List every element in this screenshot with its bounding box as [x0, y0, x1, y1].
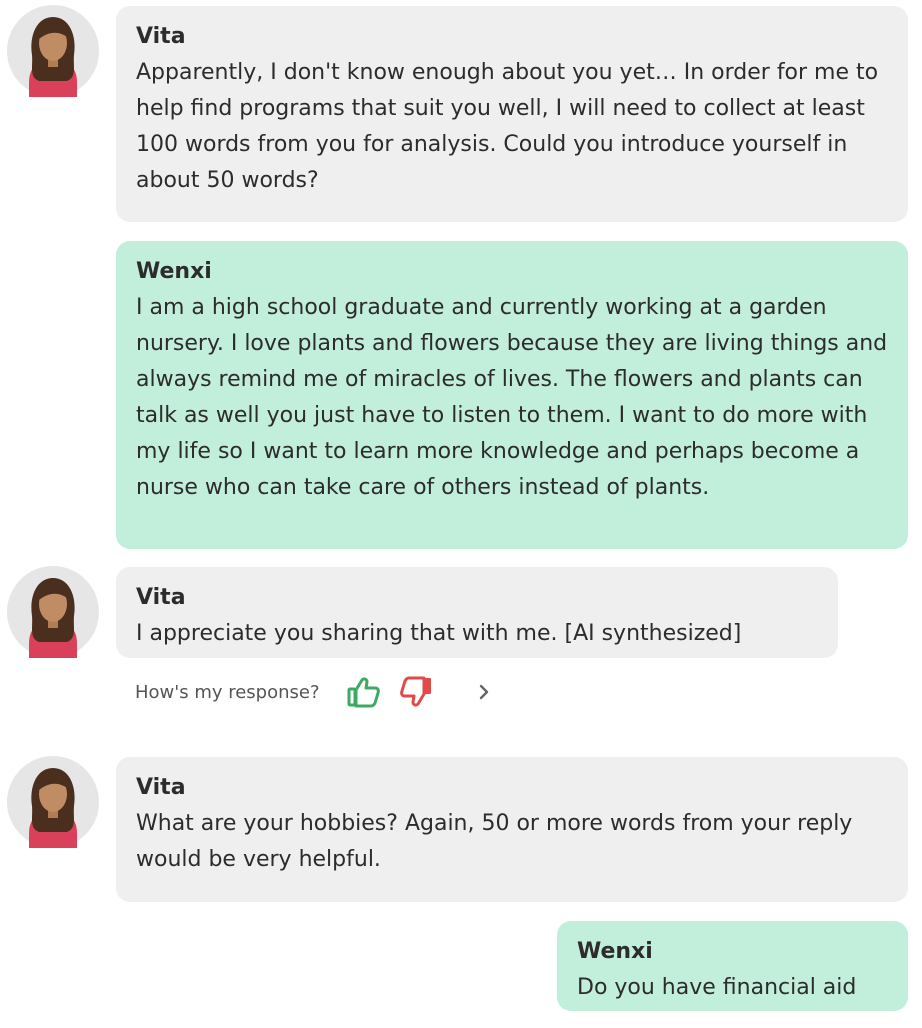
chat-message: Vita What are your hobbies? Again, 50 or… [116, 757, 908, 902]
sender-name: Wenxi [577, 939, 653, 964]
chat-message: Wenxi I am a high school graduate and cu… [116, 241, 908, 549]
thumbs-up-icon[interactable] [346, 674, 382, 710]
message-text: Apparently, I don't know enough about yo… [136, 60, 879, 193]
message-text: I am a high school graduate and currentl… [136, 295, 888, 500]
chevron-right-icon[interactable] [474, 682, 494, 702]
chat-message: Vita Apparently, I don't know enough abo… [116, 6, 908, 222]
chat-message: Wenxi Do you have financial aid [557, 921, 908, 1011]
message-text: Do you have financial aid [577, 975, 857, 1000]
response-feedback: How's my response? [135, 672, 494, 712]
avatar [7, 5, 99, 97]
chat-message: Vita I appreciate you sharing that with … [116, 567, 838, 658]
avatar [7, 566, 99, 658]
sender-name: Wenxi [136, 259, 212, 284]
avatar [7, 756, 99, 848]
sender-name: Vita [136, 585, 186, 610]
thumbs-down-icon[interactable] [398, 674, 434, 710]
message-text: I appreciate you sharing that with me. [… [136, 621, 742, 646]
sender-name: Vita [136, 775, 186, 800]
message-text: What are your hobbies? Again, 50 or more… [136, 811, 853, 872]
feedback-label: How's my response? [135, 681, 320, 703]
sender-name: Vita [136, 24, 186, 49]
